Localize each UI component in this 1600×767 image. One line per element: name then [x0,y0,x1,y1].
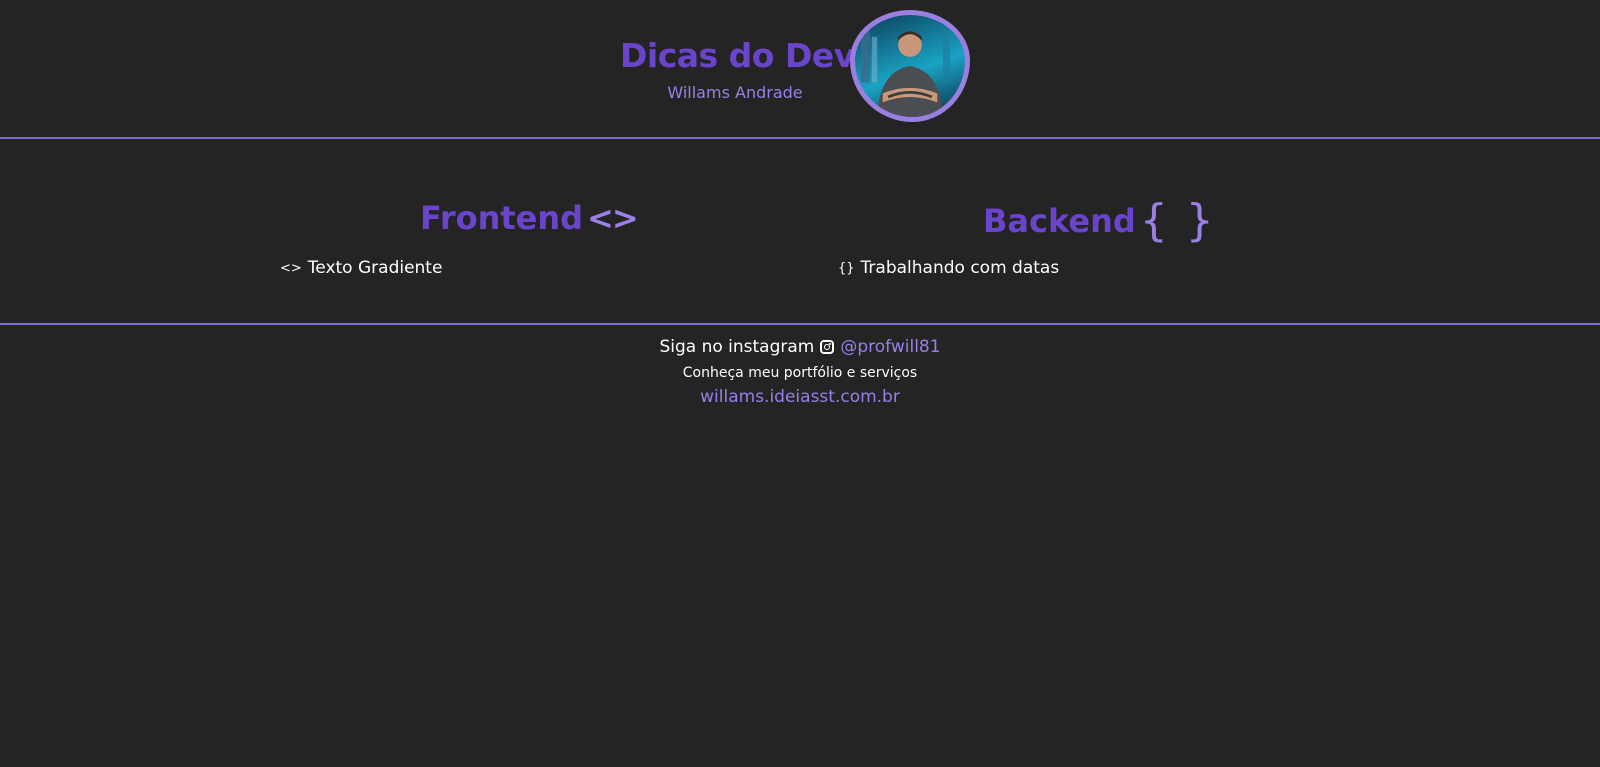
portfolio-text: Conheça meu portfólio e serviços [682,365,918,381]
site-footer: Siga no instagram @profwill81 Conheça me… [0,325,1600,407]
braces-icon: {} [838,260,855,276]
list-item-label: Trabalhando com datas [860,258,1060,278]
backend-list: {} Trabalhando com datas [838,258,1059,278]
backend-heading: Backend { } [983,199,1216,243]
person-photo-icon [860,27,951,117]
code-icon: <> [587,199,639,237]
site-title: Dicas do Dev [620,36,855,75]
site-header: Dicas do Dev Willams Andrade [0,0,1600,139]
instagram-line: Siga no instagram @profwill81 [0,337,1600,357]
frontend-heading: Frontend <> [420,199,639,237]
frontend-heading-label: Frontend [420,199,584,237]
instagram-link[interactable]: @profwill81 [840,337,940,357]
instagram-icon [820,340,835,354]
list-item-texto-gradiente[interactable]: <> Texto Gradiente [280,258,442,278]
instagram-prefix: Siga no instagram [659,337,815,357]
brand: Dicas do Dev Willams Andrade [620,36,855,102]
author-avatar [850,10,970,122]
content-area: Frontend <> <> Texto Gradiente Backend {… [0,139,1600,325]
backend-heading-label: Backend [983,202,1136,240]
list-item-trabalhando-com-datas[interactable]: {} Trabalhando com datas [838,258,1059,278]
braces-icon: { } [1139,195,1216,246]
frontend-list: <> Texto Gradiente [280,258,442,278]
code-icon: <> [280,260,302,276]
list-item-label: Texto Gradiente [307,258,443,278]
portfolio-link[interactable]: willams.ideiasst.com.br [700,387,900,407]
author-name: Willams Andrade [667,83,803,102]
